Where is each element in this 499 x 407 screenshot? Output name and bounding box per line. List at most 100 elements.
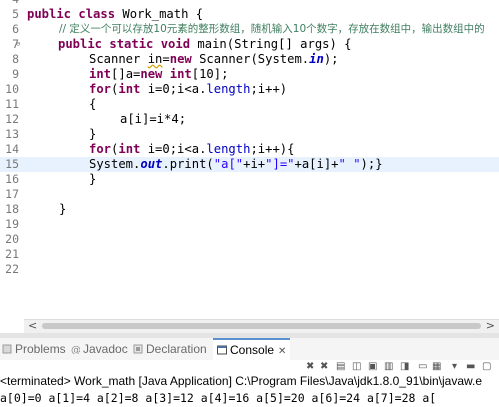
scroll-right-arrow-icon[interactable]: > <box>486 319 495 332</box>
horizontal-scrollbar[interactable]: < > <box>24 319 499 333</box>
word-wrap-icon[interactable]: ▣ <box>368 361 377 372</box>
clear-console-icon[interactable]: ◫ <box>352 361 361 372</box>
code-token: +a[i]+ <box>294 157 339 171</box>
code-line-17[interactable]: 17 <box>0 187 499 202</box>
code-token: a[i]=i*4; <box>120 112 187 126</box>
keyword: int <box>118 82 141 96</box>
code-line-10[interactable]: 10 for(int i=0;i<a.length;i++) <box>0 82 499 97</box>
warning-token: in <box>147 52 163 66</box>
code-token: );} <box>360 157 383 171</box>
line-number: 22 <box>5 262 19 276</box>
static-field: out <box>140 157 163 171</box>
code-line-7[interactable]: 7 ⊖ public static void main(String[] arg… <box>0 37 499 52</box>
code-line-16[interactable]: 16 } <box>0 172 499 187</box>
code-line-11[interactable]: 11 { <box>0 97 499 112</box>
tab-declaration[interactable]: Declaration <box>133 338 207 360</box>
show-on-output-icon[interactable]: ▥ <box>384 361 393 372</box>
line-number: 11 <box>5 97 19 111</box>
line-number: 16 <box>5 172 19 186</box>
line-number: 6 <box>12 22 19 36</box>
method-signature: main(String[] args) { <box>190 37 352 51</box>
code-token: } <box>59 202 67 216</box>
console-output[interactable]: a[0]=0 a[1]=4 a[2]=8 a[3]=12 a[4]=16 a[5… <box>0 390 499 407</box>
code-line-5[interactable]: 5 public class Work_math { <box>0 7 499 22</box>
problems-icon <box>2 344 12 354</box>
console-status-line: <terminated> Work_math [Java Application… <box>0 374 483 388</box>
keyword: new <box>140 67 163 81</box>
pin-console-icon[interactable]: ◨ <box>400 361 409 372</box>
tab-label: Javadoc <box>83 342 128 356</box>
code-line-8[interactable]: 8 Scanner in=new Scanner(System.in); <box>0 52 499 67</box>
remove-all-icon[interactable]: ✖ <box>320 361 328 372</box>
code-token: = <box>162 52 170 66</box>
line-number: 15 <box>5 157 19 171</box>
code-token: ;i++) <box>250 82 288 96</box>
code-line-9[interactable]: 9 int[]a=new int[10]; <box>0 67 499 82</box>
tab-label: Declaration <box>146 342 207 356</box>
code-line-15-current[interactable]: 15 System.out.print("a["+i+"]="+a[i]+" "… <box>0 157 499 172</box>
line-number: 4 <box>0 0 19 7</box>
keyword: int <box>89 67 112 81</box>
code-token: []a= <box>111 67 141 81</box>
tab-label: Problems <box>15 342 66 356</box>
console-toolbar: ✖ ✖ ▤ ◫ ▣ ▥ ◨ ▭ ▦ ▾ ▬ ▢ <box>0 360 499 374</box>
code-line-21[interactable]: 21 <box>0 247 499 262</box>
close-icon[interactable]: ✕ <box>278 346 286 357</box>
line-number: 9 <box>12 67 19 81</box>
comment: // 定义一个可以存放10元素的整形数组，随机输入10个数字，存放在数组中，输出… <box>59 23 485 35</box>
line-number: 20 <box>5 232 19 246</box>
code-line-19[interactable]: 19 <box>0 217 499 232</box>
code-token: i=0;i<a. <box>140 82 207 96</box>
code-token: } <box>89 172 97 186</box>
fold-toggle-icon[interactable]: ⊖ <box>16 40 20 48</box>
code-line-18[interactable]: 18 } <box>0 202 499 217</box>
tab-javadoc[interactable]: @ Javadoc <box>70 338 128 360</box>
field-token: length <box>206 82 251 96</box>
keyword: public static void <box>58 37 191 51</box>
string-literal: "]=" <box>265 157 295 171</box>
maximize-icon[interactable]: ▢ <box>482 361 491 372</box>
display-console-icon[interactable]: ▭ <box>418 361 427 372</box>
code-line-20[interactable]: 20 <box>0 232 499 247</box>
code-line-14[interactable]: 14 for(int i=0;i<a.length;i++){ <box>0 142 499 157</box>
keyword: for <box>89 142 112 156</box>
code-line-12[interactable]: 12 a[i]=i*4; <box>0 112 499 127</box>
tab-problems[interactable]: Problems <box>2 338 66 360</box>
view-menu-icon[interactable]: ▾ <box>452 361 457 372</box>
code-token: System. <box>89 157 141 171</box>
minimize-icon[interactable]: ▬ <box>466 361 475 372</box>
svg-text:@: @ <box>71 345 80 354</box>
remove-launch-icon[interactable]: ✖ <box>306 361 314 372</box>
tab-label: Console <box>230 343 275 357</box>
code-token: [10]; <box>191 67 229 81</box>
line-number: 10 <box>5 82 19 96</box>
line-number: 19 <box>5 217 19 231</box>
line-number: 13 <box>5 127 19 141</box>
code-line-13[interactable]: 13 } <box>0 127 499 142</box>
code-token: Scanner <box>89 52 148 66</box>
static-field: in <box>309 52 324 66</box>
code-token: Scanner(System. <box>191 52 310 66</box>
code-token: ); <box>323 52 339 66</box>
declaration-icon <box>133 344 143 354</box>
string-literal: " " <box>338 157 361 171</box>
field-token: length <box>206 142 251 156</box>
string-literal: "a[" <box>213 157 244 171</box>
scrollbar-thumb[interactable] <box>42 323 481 329</box>
code-token: { <box>89 97 97 111</box>
code-token: i=0;i<a. <box>140 142 207 156</box>
bottom-panel-tabs: Problems @ Javadoc Declaration Console ✕ <box>0 338 499 360</box>
code-line-6[interactable]: 6 // 定义一个可以存放10元素的整形数组，随机输入10个数字，存放在数组中，… <box>0 22 499 37</box>
class-name: Work_math { <box>115 7 204 21</box>
keyword: int <box>162 67 192 81</box>
tab-console[interactable]: Console ✕ <box>213 338 291 360</box>
scroll-left-arrow-icon[interactable]: < <box>28 319 37 332</box>
keyword: new <box>169 52 192 66</box>
code-line-22[interactable]: 22 <box>0 262 499 277</box>
keyword: public class <box>27 7 116 21</box>
open-console-icon[interactable]: ▦ <box>432 361 441 372</box>
code-line-4[interactable]: 4 <box>0 0 499 7</box>
code-editor[interactable]: 4 5 public class Work_math { 6 // 定义一个可以… <box>0 0 499 319</box>
line-number: 14 <box>5 142 19 156</box>
scroll-lock-icon[interactable]: ▤ <box>336 361 345 372</box>
